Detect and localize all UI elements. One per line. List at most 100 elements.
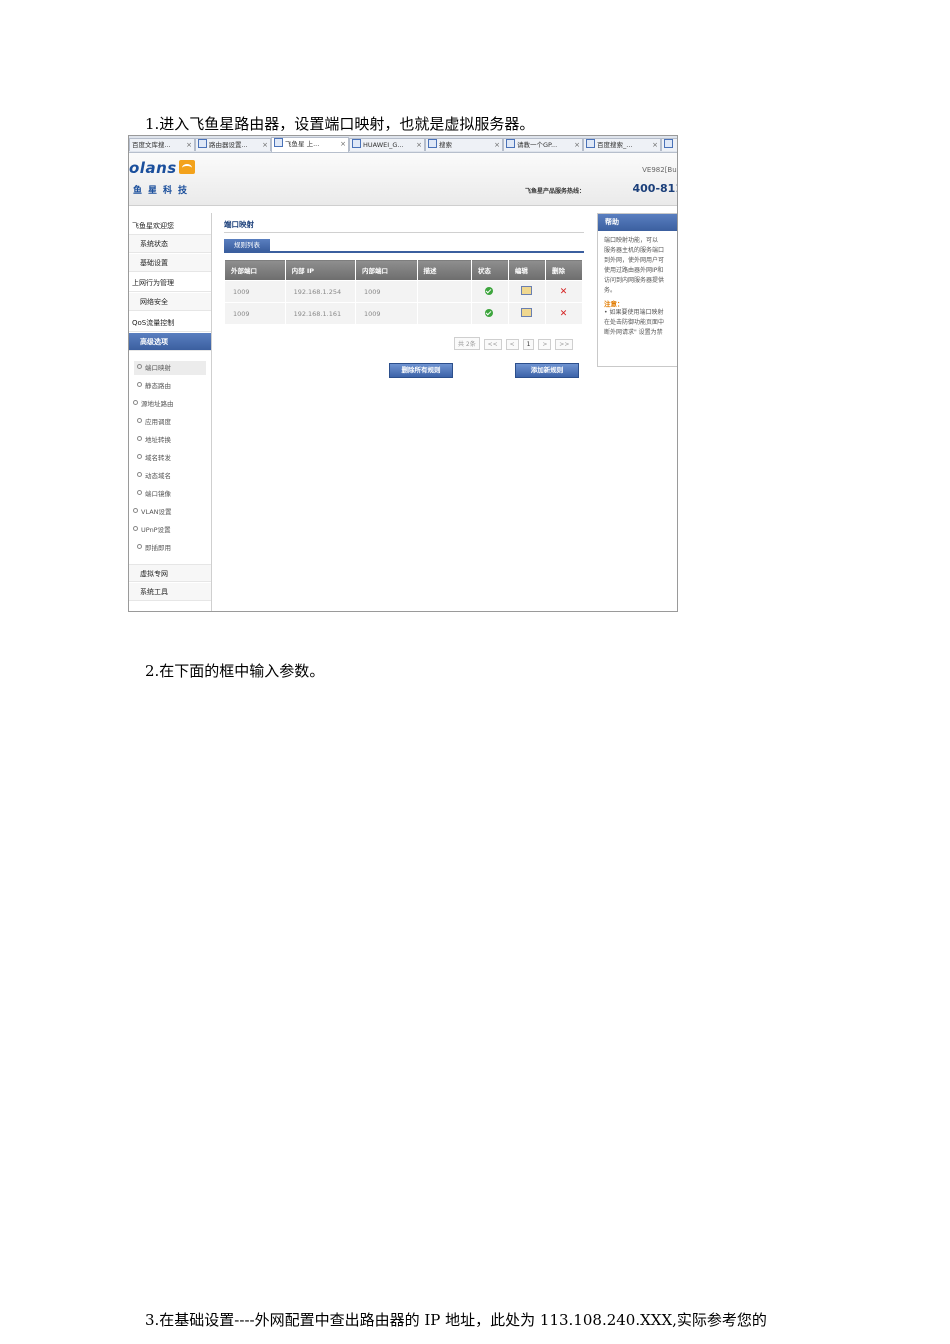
pager-page-button[interactable]: 1	[522, 339, 535, 350]
sidebar-item-network-security[interactable]: 网络安全	[129, 293, 211, 311]
sidebar-item-system-tools[interactable]: 系统工具	[129, 583, 211, 601]
column-header: 内部端口	[355, 259, 418, 281]
browser-tab[interactable]: 搜索 ×	[425, 138, 503, 151]
sidebar: 飞鱼星欢迎您 系统状态 基础设置 上网行为管理 网络安全 QoS流量控制 高级选…	[129, 213, 212, 611]
edit-icon[interactable]	[520, 308, 532, 317]
leaf-label: 域名转发	[145, 454, 171, 462]
bullet-icon	[133, 508, 138, 513]
bullet-icon	[133, 526, 138, 531]
tab-label: 请教一个GP...	[517, 141, 558, 149]
bullet-icon	[137, 454, 142, 459]
page-icon	[506, 139, 515, 148]
delete-x-icon[interactable]: ✕	[560, 309, 568, 319]
sidebar-item-welcome[interactable]: 飞鱼星欢迎您	[129, 217, 211, 235]
page-icon	[274, 138, 283, 147]
help-note-text: • 如果要使用端口映射 在处击防御功能页面中 断外网请求" 设置为禁	[604, 309, 665, 336]
search-icon	[428, 139, 437, 148]
bullet-icon	[137, 382, 142, 387]
browser-tab[interactable]	[661, 138, 677, 151]
help-title: 帮助	[598, 214, 677, 231]
pagination: 共 2条 << < 1 > >>	[454, 337, 575, 350]
step-3-text: 3.在基础设置----外网配置中查出路由器的 IP 地址，此处为 113.108…	[145, 1311, 767, 1329]
sidebar-item-qos[interactable]: QoS流量控制	[129, 314, 211, 332]
help-note-title: 注意：	[604, 300, 624, 308]
column-header: 编辑	[507, 259, 546, 281]
leaf-label: UPnP设置	[141, 526, 171, 534]
pager-next-button[interactable]: >	[538, 339, 552, 350]
sidebar-leaf-port-mapping[interactable]: 端口映射	[134, 361, 206, 375]
cell-status	[470, 280, 509, 303]
cell-int-ip: 192.168.1.161	[284, 302, 357, 325]
delete-x-icon[interactable]: ✕	[560, 287, 568, 297]
column-header: 外部端口	[224, 259, 286, 281]
enabled-check-icon[interactable]	[485, 286, 494, 295]
cell-delete: ✕	[544, 280, 584, 303]
hotline-label: 飞鱼星产品服务热线：	[524, 188, 585, 195]
close-icon[interactable]: ×	[416, 139, 422, 151]
page-icon	[586, 139, 595, 148]
add-new-rule-button[interactable]: 添加新规则	[515, 363, 579, 378]
browser-tab[interactable]: 百度文库搜... ×	[129, 138, 195, 151]
leaf-label: 即插即用	[145, 544, 171, 552]
close-icon[interactable]: ×	[186, 139, 192, 151]
browser-tab[interactable]: HUAWEI_G... ×	[349, 138, 425, 151]
sidebar-leaf-vlan[interactable]: VLAN设置	[130, 505, 202, 519]
sidebar-item-system-status[interactable]: 系统状态	[129, 235, 211, 253]
bullet-icon	[133, 400, 138, 405]
bullet-icon	[137, 364, 142, 369]
column-header: 删除	[544, 259, 584, 281]
edit-icon[interactable]	[520, 286, 532, 295]
sidebar-item-vpn[interactable]: 虚拟专网	[129, 564, 211, 582]
pager-first-button[interactable]: <<	[483, 339, 502, 350]
sidebar-leaf-port-mirror[interactable]: 端口镜像	[134, 487, 206, 501]
cell-desc	[416, 280, 472, 303]
divider	[224, 251, 584, 253]
sidebar-leaf-domain-forward[interactable]: 域名转发	[134, 451, 206, 465]
sidebar-item-advanced[interactable]: 高级选项	[129, 333, 211, 351]
sidebar-leaf-app-schedule[interactable]: 应用调度	[134, 415, 206, 429]
sidebar-item-behavior-mgmt[interactable]: 上网行为管理	[129, 274, 211, 292]
browser-tab[interactable]: 请教一个GP... ×	[503, 138, 583, 151]
pager-last-button[interactable]: >>	[555, 339, 574, 350]
cell-status	[470, 302, 509, 325]
cell-int-port: 1009	[355, 302, 418, 325]
close-icon[interactable]: ×	[262, 139, 268, 151]
close-icon[interactable]: ×	[652, 139, 658, 151]
tab-label: 搜索	[439, 141, 452, 149]
bullet-icon	[137, 490, 142, 495]
close-icon[interactable]: ×	[494, 139, 500, 151]
browser-tab[interactable]: 路由器设置... ×	[195, 138, 271, 151]
cell-ext-port: 1009	[224, 280, 286, 303]
sidebar-leaf-upnp[interactable]: UPnP设置	[130, 523, 202, 537]
logo-text: olans	[129, 159, 177, 177]
sidebar-item-basic-settings[interactable]: 基础设置	[129, 254, 211, 272]
browser-tab-active[interactable]: 飞鱼星 上... ×	[271, 137, 349, 152]
cell-int-ip: 192.168.1.254	[284, 280, 357, 303]
table-header-row: 外部端口 内部 IP 内部端口 描述 状态 编辑 删除	[224, 259, 584, 281]
help-text: 端口映射功能，可以 服务器主机的服务端口 到外网，使外网用户可 使用过路由器外网…	[604, 237, 665, 294]
bullet-icon	[137, 544, 142, 549]
close-icon[interactable]: ×	[574, 139, 580, 151]
cell-delete: ✕	[544, 302, 584, 325]
table-row: 1009 192.168.1.161 1009 ✕	[224, 302, 584, 325]
sidebar-leaf-static-route[interactable]: 静态路由	[134, 379, 206, 393]
sidebar-leaf-nat[interactable]: 地址转换	[134, 433, 206, 447]
enabled-check-icon[interactable]	[485, 308, 494, 317]
delete-all-rules-button[interactable]: 删除所有规则	[389, 363, 453, 378]
cell-desc	[416, 302, 472, 325]
tab-label: 飞鱼星 上...	[285, 140, 320, 148]
tab-rule-list[interactable]: 规则列表	[224, 239, 270, 251]
browser-tab[interactable]: 百度搜索_... ×	[583, 138, 661, 151]
sidebar-leaf-source-route[interactable]: 源地址路由	[130, 397, 202, 411]
bullet-icon	[137, 472, 142, 477]
divider	[224, 232, 584, 233]
close-icon[interactable]: ×	[340, 138, 346, 151]
router-screenshot: 百度文库搜... × 路由器设置... × 飞鱼星 上... × HUAWEI_G..…	[128, 135, 678, 612]
leaf-label: 地址转换	[145, 436, 171, 444]
pager-prev-button[interactable]: <	[505, 339, 519, 350]
cell-edit	[507, 302, 546, 325]
column-header: 内部 IP	[284, 259, 357, 281]
sidebar-leaf-plug-and-play[interactable]: 即插即用	[134, 541, 206, 555]
sidebar-leaf-ddns[interactable]: 动态域名	[134, 469, 206, 483]
step-2-text: 2.在下面的框中输入参数。	[145, 662, 325, 680]
